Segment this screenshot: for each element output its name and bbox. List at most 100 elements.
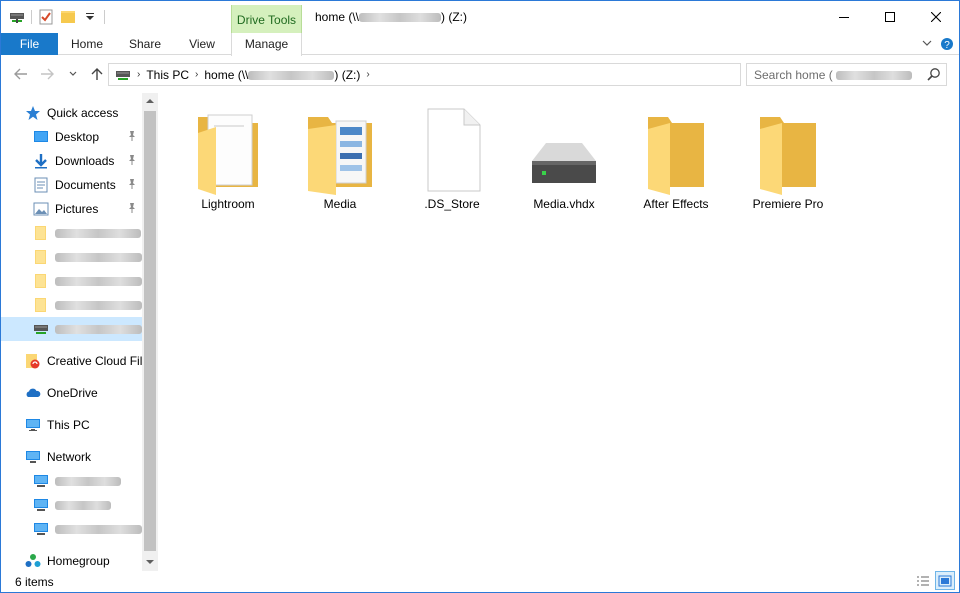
- help-icon[interactable]: ?: [939, 37, 955, 53]
- address-bar[interactable]: › This PC › home (\\) (Z:) ›: [108, 63, 839, 86]
- tab-home[interactable]: Home: [58, 33, 116, 55]
- folder-icon: [760, 117, 816, 195]
- back-arrow-icon: [14, 68, 27, 80]
- tab-manage[interactable]: Manage: [231, 33, 302, 56]
- file-name: Media: [323, 197, 357, 211]
- downloads-icon: [33, 153, 49, 169]
- file-name: Lightroom: [201, 197, 255, 211]
- file-name: Media.vhdx: [533, 197, 595, 211]
- pin-icon[interactable]: [127, 130, 139, 144]
- file-list: Lightroom Media .DS_Store Media.vhdx Aft…: [171, 99, 951, 559]
- properties-icon[interactable]: [38, 9, 54, 25]
- new-folder-icon[interactable]: [60, 9, 76, 25]
- tab-file[interactable]: File: [1, 33, 58, 55]
- drive-icon: [115, 67, 131, 83]
- drive-icon: [33, 321, 49, 337]
- tab-share[interactable]: Share: [116, 33, 174, 55]
- breadcrumb-chevron-icon[interactable]: ›: [137, 69, 140, 80]
- blank-file-icon: [427, 108, 481, 192]
- file-item-after-effects[interactable]: After Effects: [620, 99, 732, 217]
- pin-icon[interactable]: [127, 178, 139, 192]
- explorer-window: Drive Tools home (\\) (Z:) File Home Sha…: [0, 0, 960, 593]
- file-item-lightroom[interactable]: Lightroom: [172, 99, 284, 217]
- network-icon: [25, 449, 41, 465]
- redacted-computer-name: [55, 476, 121, 486]
- nav-item-creative-cloud[interactable]: Creative Cloud Fil: [25, 349, 142, 373]
- search-icon[interactable]: [927, 67, 941, 81]
- file-item-ds-store[interactable]: .DS_Store: [396, 99, 508, 217]
- svg-text:?: ?: [944, 40, 950, 51]
- breadcrumb-chevron-icon[interactable]: ›: [366, 69, 369, 80]
- back-button[interactable]: [11, 64, 31, 84]
- folder-icon: [33, 249, 49, 265]
- nav-item-quick-access[interactable]: Quick access: [25, 101, 142, 125]
- navigation-pane: Quick access Desktop Downloads Documents: [1, 93, 158, 571]
- nav-item-network[interactable]: Network: [25, 445, 142, 469]
- details-view-button[interactable]: [913, 571, 933, 590]
- nav-item-current-drive[interactable]: [1, 317, 142, 341]
- toolbar-separator: [104, 10, 105, 24]
- customize-toolbar-icon[interactable]: [82, 9, 98, 25]
- minimize-icon: [839, 16, 849, 18]
- large-icons-view-button[interactable]: [935, 571, 955, 590]
- forward-button[interactable]: [37, 64, 57, 84]
- scroll-thumb[interactable]: [144, 111, 156, 551]
- redacted-computer-name: [55, 524, 142, 534]
- nav-item-redacted-folder[interactable]: [33, 245, 142, 269]
- computer-icon: [33, 473, 49, 489]
- breadcrumb-chevron-icon[interactable]: ›: [195, 69, 198, 80]
- hard-drive-icon: [532, 143, 596, 183]
- up-button[interactable]: [87, 64, 107, 84]
- minimize-button[interactable]: [821, 1, 867, 32]
- file-name: After Effects: [643, 197, 709, 211]
- maximize-button[interactable]: [867, 1, 913, 32]
- quick-access-toolbar: [9, 7, 105, 27]
- nav-item-downloads[interactable]: Downloads: [33, 149, 142, 173]
- search-placeholder: Search home (: [754, 68, 912, 82]
- nav-item-network-computer[interactable]: [33, 493, 142, 517]
- nav-item-documents[interactable]: Documents: [33, 173, 142, 197]
- nav-scrollbar[interactable]: [142, 93, 158, 571]
- close-button[interactable]: [913, 1, 959, 32]
- nav-item-homegroup[interactable]: Homegroup: [25, 549, 142, 573]
- breadcrumb-home-drive[interactable]: home (\\) (Z:): [204, 68, 360, 82]
- computer-icon: [33, 521, 49, 537]
- file-item-premiere-pro[interactable]: Premiere Pro: [732, 99, 844, 217]
- breadcrumb-this-pc[interactable]: This PC: [146, 68, 189, 82]
- nav-item-network-computer[interactable]: [33, 469, 142, 493]
- nav-item-redacted-folder[interactable]: [33, 269, 142, 293]
- folder-icon: [648, 117, 704, 195]
- maximize-icon: [885, 11, 895, 22]
- file-item-media-vhdx[interactable]: Media.vhdx: [508, 99, 620, 217]
- nav-item-desktop[interactable]: Desktop: [33, 125, 142, 149]
- pin-icon[interactable]: [127, 202, 139, 216]
- nav-item-network-computer[interactable]: [33, 517, 142, 541]
- file-item-media-folder[interactable]: Media: [284, 99, 396, 217]
- search-input[interactable]: Search home (: [746, 63, 947, 86]
- nav-item-redacted-folder[interactable]: [33, 221, 142, 245]
- folder-icon: [33, 273, 49, 289]
- scroll-up-icon[interactable]: [142, 93, 158, 110]
- nav-item-redacted-folder[interactable]: [33, 293, 142, 317]
- tab-view[interactable]: View: [174, 33, 230, 55]
- nav-item-onedrive[interactable]: OneDrive: [25, 381, 142, 405]
- pictures-icon: [33, 201, 49, 217]
- redacted-folder-name: [55, 276, 142, 286]
- folder-icon: [33, 225, 49, 241]
- desktop-icon: [33, 129, 49, 145]
- address-row: › This PC › home (\\) (Z:) › Search home…: [1, 60, 959, 88]
- redacted-folder-name: [55, 252, 142, 262]
- nav-item-this-pc[interactable]: This PC: [25, 413, 142, 437]
- redacted-server-name: [835, 70, 912, 80]
- scroll-down-icon[interactable]: [142, 554, 158, 571]
- file-name: .DS_Store: [424, 197, 480, 211]
- redacted-computer-name: [55, 500, 111, 510]
- drive-tools-header: Drive Tools: [231, 5, 302, 33]
- drive-icon[interactable]: [9, 9, 25, 25]
- pin-icon[interactable]: [127, 154, 139, 168]
- expand-ribbon-icon[interactable]: [919, 37, 935, 53]
- details-view-icon: [917, 576, 929, 585]
- redacted-folder-name: [55, 300, 142, 310]
- recent-locations-button[interactable]: [63, 64, 83, 84]
- nav-item-pictures[interactable]: Pictures: [33, 197, 142, 221]
